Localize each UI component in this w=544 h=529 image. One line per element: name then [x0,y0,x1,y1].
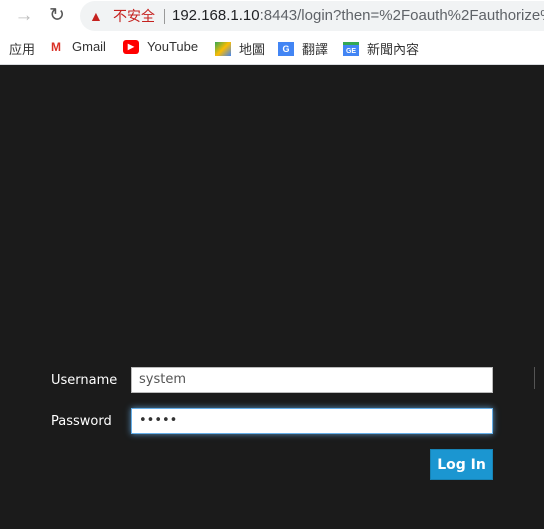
arrow-right-icon: → [14,5,34,26]
bookmark-label: YouTube [147,39,199,54]
bookmarks-bar: 应用 M Gmail ▶ YouTube 地圖 G 翻譯 GE 新聞內容 [0,32,544,65]
reload-icon: ↻ [49,5,65,26]
divider [164,9,165,24]
gmail-icon: M [51,39,61,54]
news-icon: GE [343,41,359,56]
maps-icon [215,41,231,56]
bookmark-label: 新聞內容 [367,42,420,57]
bookmark-label: Gmail [72,39,106,54]
bookmark-translate[interactable]: G 翻譯 [278,39,328,58]
browser-toolbar: → ↻ ▲ 不安全 192.168.1.10:8443/login?then=%… [0,0,544,32]
url-path: :8443/login?then=%2Foauth%2Fauthorize% [259,7,544,24]
warning-icon[interactable]: ▲ [89,1,103,31]
username-input[interactable]: system [131,367,493,393]
bookmark-maps[interactable]: 地圖 [215,39,265,58]
bookmark-label: 翻譯 [302,42,329,57]
reload-button[interactable]: ↻ [45,4,69,28]
password-input[interactable]: ••••• [131,408,493,434]
bookmark-apps[interactable]: 应用 [9,39,35,58]
password-label: Password [51,414,112,429]
login-button[interactable]: Log In [430,449,493,480]
bookmark-news[interactable]: GE 新聞內容 [343,39,419,58]
bookmark-label: 应用 [9,42,36,57]
address-bar[interactable]: ▲ 不安全 192.168.1.10:8443/login?then=%2Foa… [80,1,544,31]
translate-icon: G [278,41,294,56]
url-host: 192.168.1.10 [172,7,260,24]
bookmark-label: 地圖 [239,42,266,57]
forward-button[interactable]: → [12,4,36,28]
username-label: Username [51,373,118,388]
youtube-icon: ▶ [123,39,139,54]
bookmark-gmail[interactable]: M Gmail [48,39,106,54]
url-text[interactable]: 192.168.1.10:8443/login?then=%2Foauth%2F… [172,1,544,31]
divider [534,367,535,389]
bookmark-youtube[interactable]: ▶ YouTube [123,39,198,54]
security-status[interactable]: 不安全 [113,1,155,31]
